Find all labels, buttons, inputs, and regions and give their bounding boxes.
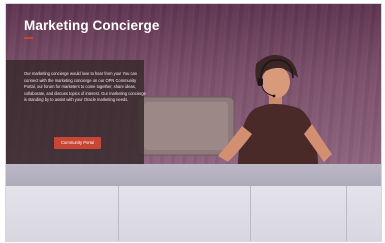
desk-panel-divider [118,186,119,241]
community-portal-button[interactable]: Community Portal [54,137,101,149]
page-title: Marketing Concierge [24,18,160,33]
desk-top [6,164,381,186]
desk-panel-divider [346,186,347,241]
person-icon [218,55,332,164]
intro-text: Our marketing concierge would love to he… [24,71,146,103]
chair-icon [137,96,235,156]
marketing-concierge-page: Marketing Concierge Our marketing concie… [5,3,382,242]
desk-panel-divider [250,186,251,241]
desk-front [6,186,381,241]
hero-banner: Marketing Concierge Our marketing concie… [6,4,381,164]
title-accent-bar [24,37,33,39]
